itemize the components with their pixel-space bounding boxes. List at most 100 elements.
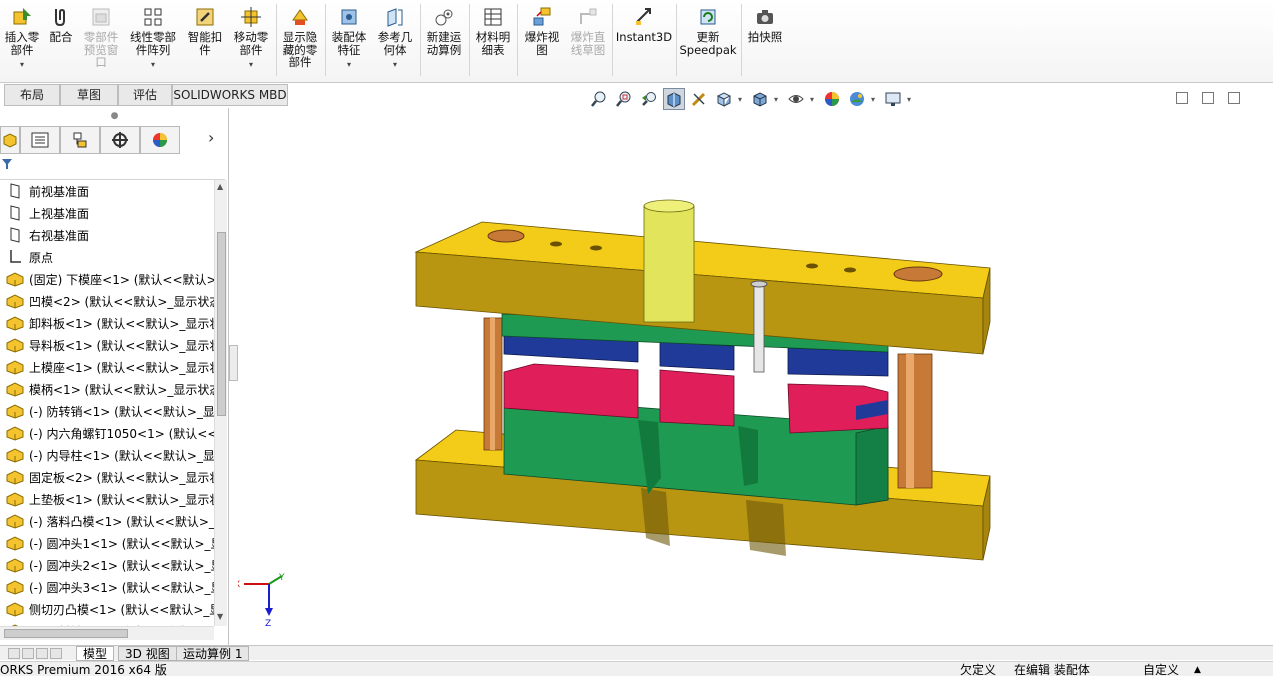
new-motion-study-button[interactable]: 新建运 动算例	[423, 6, 465, 56]
chevron-down-icon[interactable]: ▾	[393, 59, 397, 72]
update-speedpak-icon	[700, 9, 716, 25]
collapse-panel-icon[interactable]	[1176, 92, 1188, 104]
tree-item[interactable]: 侧切刃凸模<1> (默认<<默认>_显	[0, 598, 214, 620]
bill-of-materials-button[interactable]: 材料明 细表	[472, 6, 514, 56]
chevron-down-icon[interactable]: ▾	[871, 95, 879, 104]
apply-scene-icon[interactable]	[846, 88, 868, 110]
previous-view-icon[interactable]	[638, 88, 660, 110]
tree-item[interactable]: (-) 圆冲头1<1> (默认<<默认>_显	[0, 532, 214, 554]
dynamic-annotation-views-icon[interactable]	[688, 88, 710, 110]
chevron-right-icon[interactable]: ›	[208, 128, 214, 147]
tree-item[interactable]: (-) 落料凸模<1> (默认<<默认>_显	[0, 510, 214, 532]
tree-item[interactable]: 导料板<1> (默认<<默认>_显示状	[0, 334, 214, 356]
tree-item[interactable]: 原点	[0, 246, 214, 268]
edit-appearance-icon[interactable]	[821, 88, 843, 110]
tree-horizontal-scrollbar[interactable]	[0, 626, 214, 640]
component-preview-window-button[interactable]: 零部件 预览窗 口	[80, 6, 122, 69]
reference-geometry-button[interactable]: 参考几 何体 ▾	[374, 6, 416, 72]
tab-sketch[interactable]: 草图	[60, 84, 118, 106]
displaymanager-tab[interactable]	[140, 126, 180, 154]
tree-item[interactable]: (-) 内导柱<1> (默认<<默认>_显示	[0, 444, 214, 466]
hide-show-items-icon[interactable]	[785, 88, 807, 110]
tree-item[interactable]: (-) 内六角螺钉1050<1> (默认<<默	[0, 422, 214, 444]
tree-filter[interactable]	[0, 156, 225, 180]
last-tab-icon[interactable]	[50, 648, 62, 659]
tab-motion-study-1[interactable]: 运动算例 1	[176, 646, 250, 661]
zoom-to-area-icon[interactable]	[613, 88, 635, 110]
command-manager-ribbon: 插入零 部件 ▾ 配合 零部件 预览窗 口 线性零部 件阵列 ▾ 智能扣 件 移…	[0, 0, 1273, 83]
tree-item[interactable]: (-) 防转销<1> (默认<<默认>_显示	[0, 400, 214, 422]
scrollbar-thumb[interactable]	[4, 629, 128, 638]
display-style-icon[interactable]	[749, 88, 771, 110]
tree-item[interactable]: 右视基准面	[0, 224, 214, 246]
view-orientation-icon[interactable]	[713, 88, 735, 110]
dimxpertmanager-tab[interactable]	[100, 126, 140, 154]
tree-vertical-scrollbar[interactable]: ▲ ▼	[214, 180, 227, 626]
restore-window-icon[interactable]	[1228, 92, 1240, 104]
move-component-button[interactable]: 移动零 部件 ▾	[230, 6, 272, 72]
filter-icon[interactable]	[2, 158, 12, 170]
tree-item-label: 上模座<1> (默认<<默认>_显示状	[29, 360, 214, 375]
tree-item[interactable]: 卸料板<1> (默认<<默认>_显示状	[0, 312, 214, 334]
scroll-up-icon[interactable]: ▲	[217, 182, 223, 191]
smart-fasteners-button[interactable]: 智能扣 件	[184, 6, 226, 56]
prev-tab-icon[interactable]	[22, 648, 34, 659]
view-settings-icon[interactable]	[882, 88, 904, 110]
chevron-down-icon[interactable]: ▾	[810, 95, 818, 104]
tree-item[interactable]: (固定) 下模座<1> (默认<<默认>_	[0, 268, 214, 290]
tree-item[interactable]: 固定板<2> (默认<<默认>_显示状	[0, 466, 214, 488]
show-hidden-components-button[interactable]: 显示隐 藏的零 部件	[279, 6, 321, 69]
chevron-up-icon[interactable]: ▲	[1194, 663, 1201, 677]
scroll-down-icon[interactable]: ▼	[217, 612, 223, 621]
featuremanager-tab[interactable]	[0, 126, 20, 154]
part-icon	[6, 513, 24, 529]
exploded-view-button[interactable]: 爆炸视 图	[520, 6, 564, 56]
configurationmanager-tab[interactable]	[60, 126, 100, 154]
chevron-down-icon[interactable]: ▾	[249, 59, 253, 72]
die-set-model[interactable]	[414, 199, 991, 561]
triad-x-label: X	[238, 580, 240, 590]
tab-solidworks-mbd[interactable]: SOLIDWORKS MBD	[172, 84, 288, 106]
tree-item[interactable]: 上垫板<1> (默认<<默认>_显示状	[0, 488, 214, 510]
update-speedpak-button[interactable]: 更新 Speedpak	[679, 6, 737, 56]
tree-item[interactable]: 上视基准面	[0, 202, 214, 224]
chevron-down-icon[interactable]: ▾	[151, 59, 155, 72]
tree-item[interactable]: (-) 圆冲头2<1> (默认<<默认>_显	[0, 554, 214, 576]
scrollbar-thumb[interactable]	[217, 232, 226, 416]
take-snapshot-button[interactable]: 拍快照	[744, 6, 786, 44]
linear-component-pattern-button[interactable]: 线性零部 件阵列 ▾	[126, 6, 180, 72]
expand-panel-icon[interactable]	[1202, 92, 1214, 104]
chevron-down-icon[interactable]: ▾	[738, 95, 746, 104]
assembly-features-button[interactable]: 装配体 特征 ▾	[328, 6, 370, 72]
graphics-area[interactable]: X Y Z	[238, 108, 1273, 645]
tab-3d-views[interactable]: 3D 视图	[118, 646, 177, 661]
chevron-down-icon[interactable]: ▾	[774, 95, 782, 104]
tree-item-label: 侧切刃凸模<1> (默认<<默认>_显	[29, 602, 214, 617]
tab-evaluate[interactable]: 评估	[118, 84, 172, 106]
tree-item-label: (-) 圆冲头1<1> (默认<<默认>_显	[29, 536, 214, 551]
zoom-to-fit-icon[interactable]	[588, 88, 610, 110]
chevron-down-icon[interactable]: ▾	[20, 59, 24, 72]
panel-splitter-handle[interactable]	[229, 345, 238, 381]
tab-layout[interactable]: 布局	[4, 84, 60, 106]
tree-item[interactable]: 模柄<1> (默认<<默认>_显示状态	[0, 378, 214, 400]
first-tab-icon[interactable]	[8, 648, 20, 659]
mate-button[interactable]: 配合	[46, 6, 76, 44]
instant3d-button[interactable]: Instant3D	[615, 6, 673, 44]
next-tab-icon[interactable]	[36, 648, 48, 659]
tree-item[interactable]: 上模座<1> (默认<<默认>_显示状	[0, 356, 214, 378]
tab-model[interactable]: 模型	[76, 646, 115, 661]
tree-item[interactable]: 凹模<2> (默认<<默认>_显示状态	[0, 290, 214, 312]
explode-line-sketch-button[interactable]: 爆炸直 线草图	[566, 6, 610, 56]
tree-item[interactable]: (-) 圆冲头3<1> (默认<<默认>_显	[0, 576, 214, 598]
section-view-icon[interactable]	[663, 88, 685, 110]
tree-item[interactable]: 前视基准面	[0, 180, 214, 202]
chevron-down-icon[interactable]: ▾	[347, 59, 351, 72]
plane-icon	[6, 183, 24, 199]
ribbon-separator	[517, 4, 518, 76]
chevron-down-icon[interactable]: ▾	[907, 95, 915, 104]
propertymanager-tab[interactable]	[20, 126, 60, 154]
units-selector[interactable]: 自定义	[1143, 663, 1179, 677]
insert-component-button[interactable]: 插入零 部件 ▾	[2, 6, 42, 72]
panel-grip-icon[interactable]: ●	[0, 108, 229, 124]
